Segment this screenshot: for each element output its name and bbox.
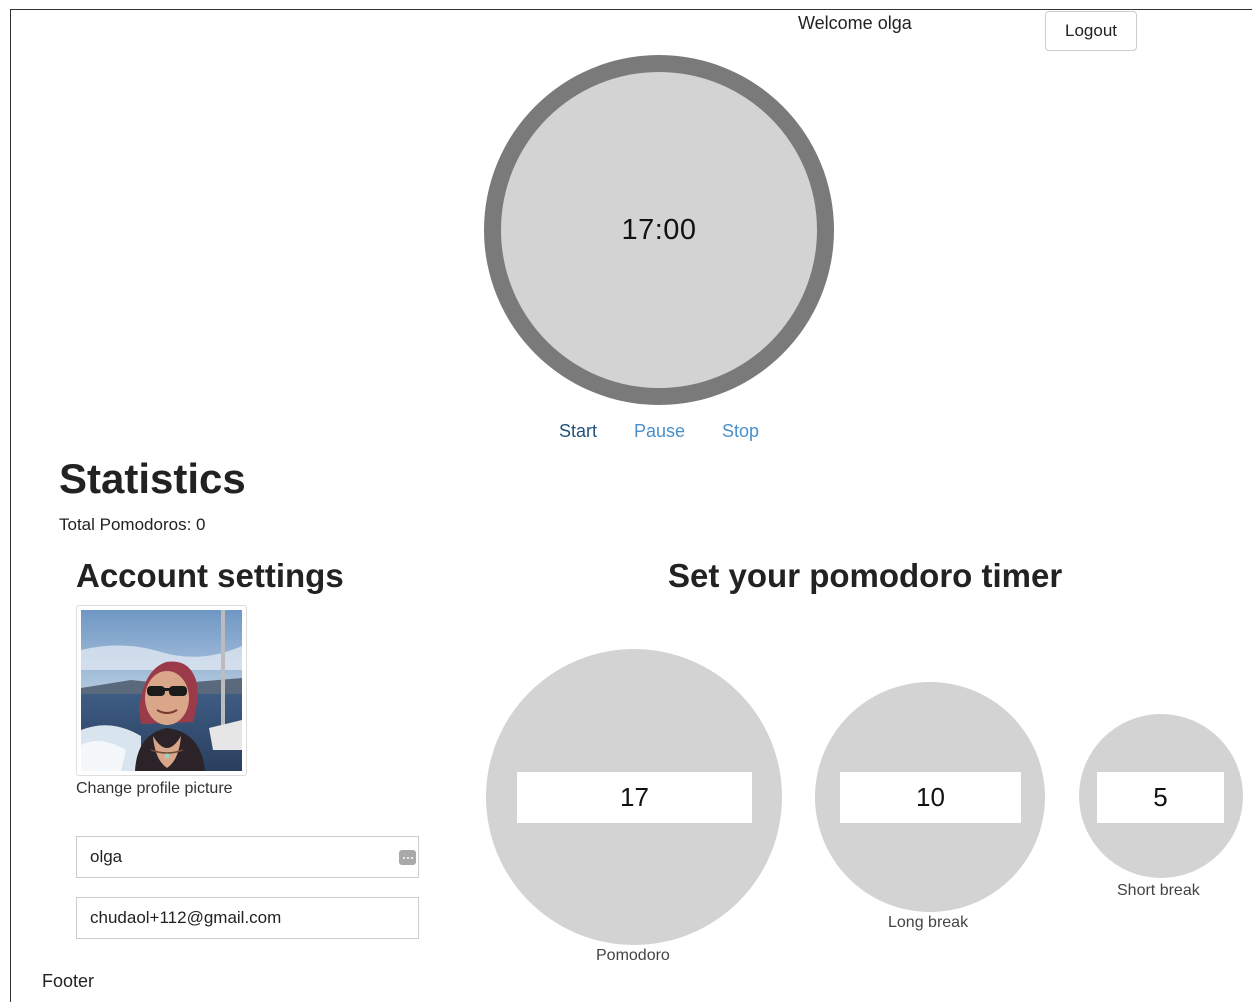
long-break-label: Long break — [888, 914, 969, 931]
profile-photo-image — [81, 610, 242, 771]
username-input[interactable] — [76, 836, 419, 878]
stop-link[interactable]: Stop — [722, 421, 759, 442]
total-pomodoros: Total Pomodoros: 0 — [59, 515, 206, 534]
change-profile-picture-link[interactable]: Change profile picture — [76, 780, 233, 798]
pomodoro-label: Pomodoro — [596, 947, 670, 964]
timer-display: 17:00 — [621, 213, 697, 246]
logout-button[interactable]: Logout — [1045, 11, 1137, 51]
welcome-message: Welcome olga — [798, 13, 912, 33]
statistics-heading: Statistics — [59, 455, 246, 502]
pomodoro-minutes-input[interactable] — [517, 772, 752, 823]
window-left-border — [10, 9, 11, 1002]
long-break-minutes-input[interactable] — [840, 772, 1021, 823]
pause-link[interactable]: Pause — [634, 421, 685, 442]
set-timer-heading: Set your pomodoro timer — [668, 557, 1063, 594]
start-link[interactable]: Start — [559, 421, 597, 442]
account-settings-heading: Account settings — [76, 557, 344, 594]
footer: Footer — [42, 971, 95, 991]
profile-picture[interactable] — [76, 605, 247, 776]
password-manager-icon[interactable] — [399, 850, 416, 865]
short-break-label: Short break — [1117, 882, 1200, 899]
email-input[interactable] — [76, 897, 419, 939]
short-break-minutes-input[interactable] — [1097, 772, 1224, 823]
window-top-border — [10, 9, 1252, 10]
timer-face: 17:00 — [501, 72, 817, 388]
